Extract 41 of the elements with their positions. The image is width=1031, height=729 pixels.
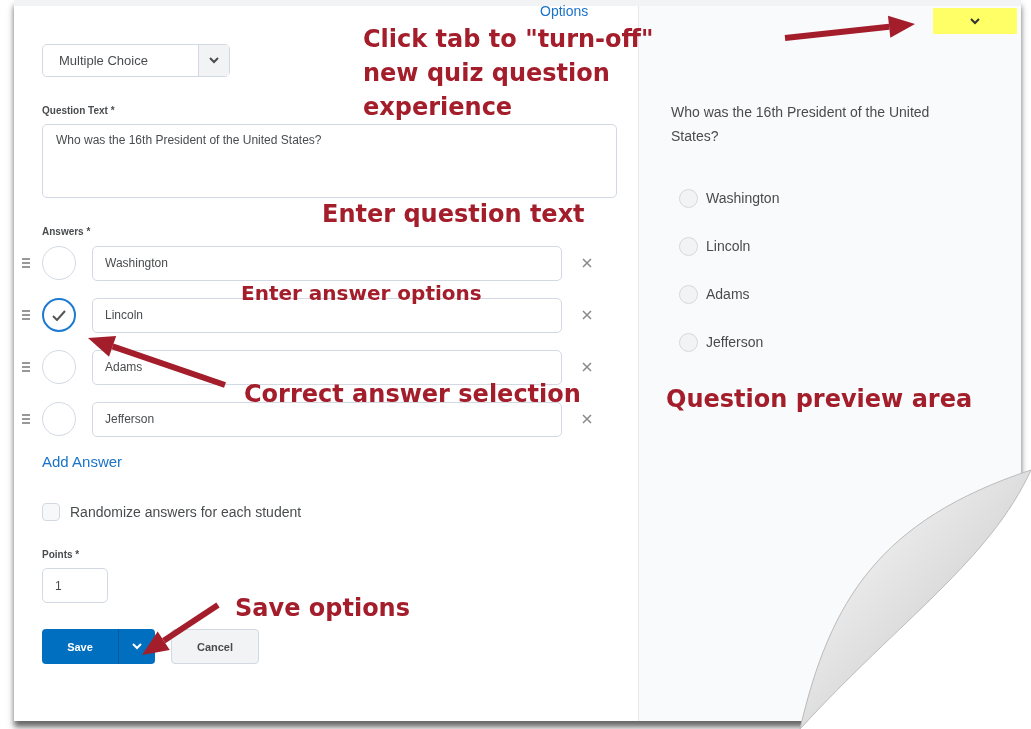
- answers-label: Answers *: [42, 226, 92, 237]
- save-button[interactable]: Save: [42, 629, 155, 664]
- annotation-text: Question preview area: [666, 384, 973, 415]
- add-answer-link[interactable]: Add Answer: [42, 453, 123, 470]
- caret-icon: [132, 643, 142, 650]
- points-label: Points *: [42, 549, 81, 560]
- preview-question: Who was the 16th President of the United States?: [671, 103, 931, 146]
- answer-field[interactable]: Washington: [92, 245, 562, 281]
- annotation-text: Click tab to "turn-off" new quiz question experience: [363, 24, 654, 123]
- choice-label: Washington: [706, 190, 780, 206]
- close-icon[interactable]: [582, 258, 592, 268]
- question-type-dropdown[interactable]: Multiple Choice: [42, 44, 230, 77]
- annotation-text: Enter question text: [322, 201, 585, 228]
- radio-button[interactable]: [679, 332, 698, 352]
- caret-icon: [209, 57, 219, 64]
- correct-answer-toggle[interactable]: [42, 298, 76, 332]
- check-icon: [52, 309, 66, 321]
- close-icon[interactable]: [582, 310, 592, 320]
- drag-handle-icon[interactable]: [22, 414, 30, 424]
- question-text-label: Question Text *: [42, 105, 116, 116]
- close-icon[interactable]: [582, 362, 592, 372]
- choice-label: Jefferson: [706, 334, 764, 350]
- annotation-text: Save options: [235, 593, 410, 624]
- cancel-button[interactable]: Cancel: [171, 629, 259, 664]
- drag-handle-icon[interactable]: [22, 362, 30, 372]
- drag-handle-icon[interactable]: [22, 258, 30, 268]
- radio-button[interactable]: [679, 236, 698, 256]
- choice-label: Adams: [706, 286, 750, 302]
- drag-handle-icon[interactable]: [22, 310, 30, 320]
- close-icon[interactable]: [582, 414, 592, 424]
- radio-button[interactable]: [679, 188, 698, 208]
- caret-icon: [970, 17, 980, 25]
- options-link[interactable]: Options: [540, 3, 589, 19]
- question-text-field[interactable]: Who was the 16th President of the United States?: [42, 124, 617, 198]
- randomize-label: Randomize answers for each student: [70, 504, 302, 520]
- toggle-tab[interactable]: [933, 8, 1017, 34]
- choice-label: Lincoln: [706, 238, 751, 254]
- radio-button[interactable]: [679, 284, 698, 304]
- answer-field[interactable]: Jefferson: [92, 401, 562, 437]
- randomize-checkbox[interactable]: [42, 503, 60, 521]
- points-field[interactable]: 1: [42, 568, 108, 603]
